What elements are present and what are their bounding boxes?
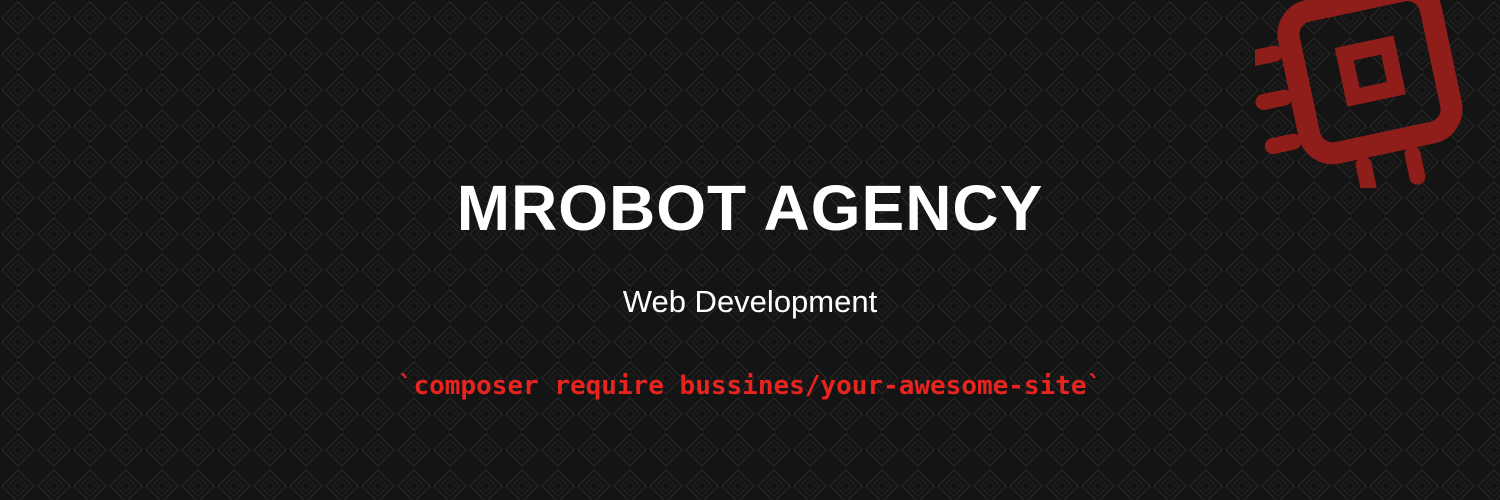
banner: MROBOT AGENCY Web Development `composer … (0, 0, 1500, 500)
page-title: MROBOT AGENCY (456, 172, 1044, 244)
subtitle: Web Development (622, 284, 878, 319)
composer-command: `composer require bussines/your-awesome-… (397, 371, 1103, 401)
chip-icon (1255, 0, 1463, 188)
